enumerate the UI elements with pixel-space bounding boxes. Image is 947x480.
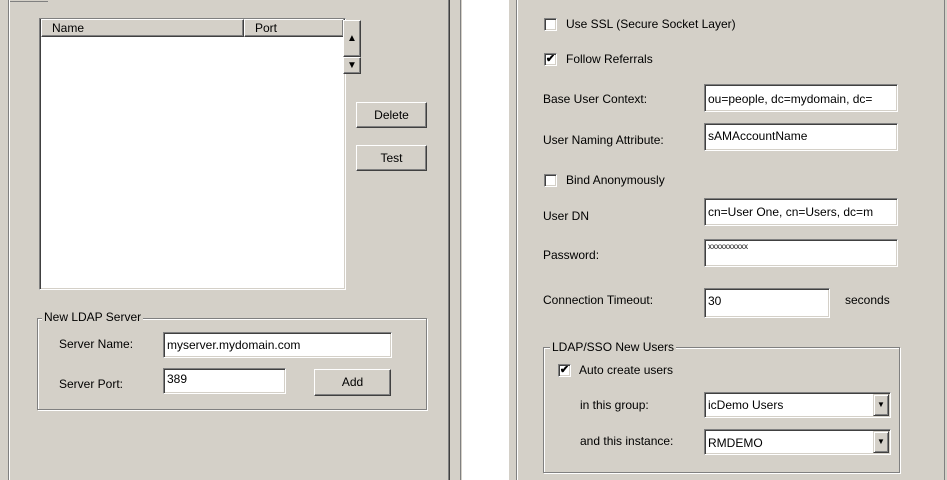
new-ldap-server-group-title: New LDAP Server: [42, 310, 144, 324]
follow-referrals-label[interactable]: Follow Referrals: [566, 52, 653, 66]
group-label: in this group:: [580, 398, 649, 412]
add-button[interactable]: Add: [314, 369, 391, 396]
use-ssl-checkbox[interactable]: [544, 18, 557, 31]
right-tab-left-edge-highlight: [517, 0, 518, 480]
server-list[interactable]: Name Port: [39, 18, 346, 290]
password-label: Password:: [543, 248, 600, 262]
follow-referrals-checkbox[interactable]: ✔: [544, 53, 557, 66]
base-user-context-label: Base User Context:: [543, 92, 648, 106]
move-up-button[interactable]: ▲: [343, 20, 361, 57]
server-name-label: Server Name:: [59, 337, 134, 351]
group-dropdown-button[interactable]: ▼: [873, 394, 889, 416]
test-button[interactable]: Test: [356, 145, 427, 171]
move-down-button[interactable]: ▼: [343, 57, 361, 74]
left-dialog-panel: Name Port ▲ ▼ Delete Test New LDAP Serve…: [0, 0, 462, 480]
instance-select[interactable]: RMDEMO: [704, 429, 891, 455]
right-dialog-panel: Use SSL (Secure Socket Layer) ✔ Follow R…: [508, 0, 947, 480]
group-select[interactable]: icDemo Users: [704, 392, 891, 418]
left-tab-edge-highlight: [9, 0, 10, 480]
base-user-context-input[interactable]: ou=people, dc=mydomain, dc=: [704, 84, 898, 112]
password-input[interactable]: xxxxxxxxxx: [704, 239, 898, 267]
user-naming-attribute-label: User Naming Attribute:: [543, 133, 664, 147]
instance-dropdown-button[interactable]: ▼: [873, 431, 889, 453]
user-naming-attribute-input[interactable]: sAMAccountName: [704, 123, 898, 151]
instance-label: and this instance:: [580, 434, 674, 448]
left-window-edge: [460, 0, 461, 480]
bind-anonymously-checkbox[interactable]: [544, 174, 557, 187]
user-dn-label: User DN: [543, 209, 590, 223]
left-tab-right-edge-dark: [449, 0, 450, 480]
left-tab-top-edge: [10, 1, 48, 2]
bind-anonymously-label[interactable]: Bind Anonymously: [566, 173, 665, 187]
use-ssl-label[interactable]: Use SSL (Secure Socket Layer): [566, 17, 736, 31]
server-port-label: Server Port:: [59, 377, 124, 391]
column-header-port[interactable]: Port: [244, 19, 344, 37]
user-dn-input[interactable]: cn=User One, cn=Users, dc=m: [704, 198, 898, 226]
new-users-group-title: LDAP/SSO New Users: [550, 340, 677, 354]
right-panel-left-edge-highlight: [508, 0, 509, 480]
connection-timeout-label: Connection Timeout:: [543, 293, 654, 307]
right-tab-right-edge-shadow: [944, 0, 945, 480]
server-name-input[interactable]: myserver.mydomain.com: [163, 332, 392, 358]
column-header-name[interactable]: Name: [41, 19, 244, 37]
auto-create-users-label[interactable]: Auto create users: [579, 363, 673, 377]
connection-timeout-input[interactable]: 30: [704, 288, 830, 318]
right-tab-left-edge-shadow: [516, 0, 517, 480]
auto-create-users-checkbox[interactable]: ✔: [558, 364, 571, 377]
delete-button[interactable]: Delete: [356, 102, 427, 128]
left-tab-edge-shadow: [8, 0, 9, 480]
server-port-input[interactable]: 389: [163, 368, 286, 394]
seconds-label: seconds: [845, 293, 890, 307]
